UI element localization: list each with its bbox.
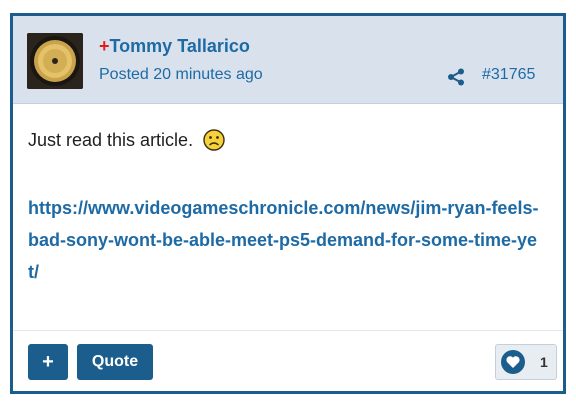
share-icon[interactable] xyxy=(447,68,465,86)
post-text: Just read this article. xyxy=(28,128,543,152)
author-label: Tommy Tallarico xyxy=(109,36,250,56)
article-link[interactable]: https://www.videogameschronicle.com/news… xyxy=(28,192,548,288)
post-footer: + Quote 1 xyxy=(13,330,563,391)
post-number-link[interactable]: #31765 xyxy=(482,66,535,84)
post-body: Just read this article. https://www.vide… xyxy=(28,128,543,288)
like-button[interactable]: 1 xyxy=(495,344,557,380)
multiquote-button[interactable]: + xyxy=(28,344,68,380)
frowning-face-icon xyxy=(203,129,225,151)
author-prefix: + xyxy=(99,36,110,56)
post-body-text: Just read this article. xyxy=(28,130,194,150)
post-timestamp[interactable]: Posted 20 minutes ago xyxy=(99,66,263,84)
author-name[interactable]: +Tommy Tallarico xyxy=(99,36,250,57)
quote-button[interactable]: Quote xyxy=(77,344,153,380)
forum-post: +Tommy Tallarico Posted 20 minutes ago #… xyxy=(10,13,566,394)
avatar[interactable] xyxy=(27,33,83,89)
heart-icon xyxy=(501,350,525,374)
like-count: 1 xyxy=(540,354,548,370)
post-header: +Tommy Tallarico Posted 20 minutes ago #… xyxy=(13,16,563,104)
